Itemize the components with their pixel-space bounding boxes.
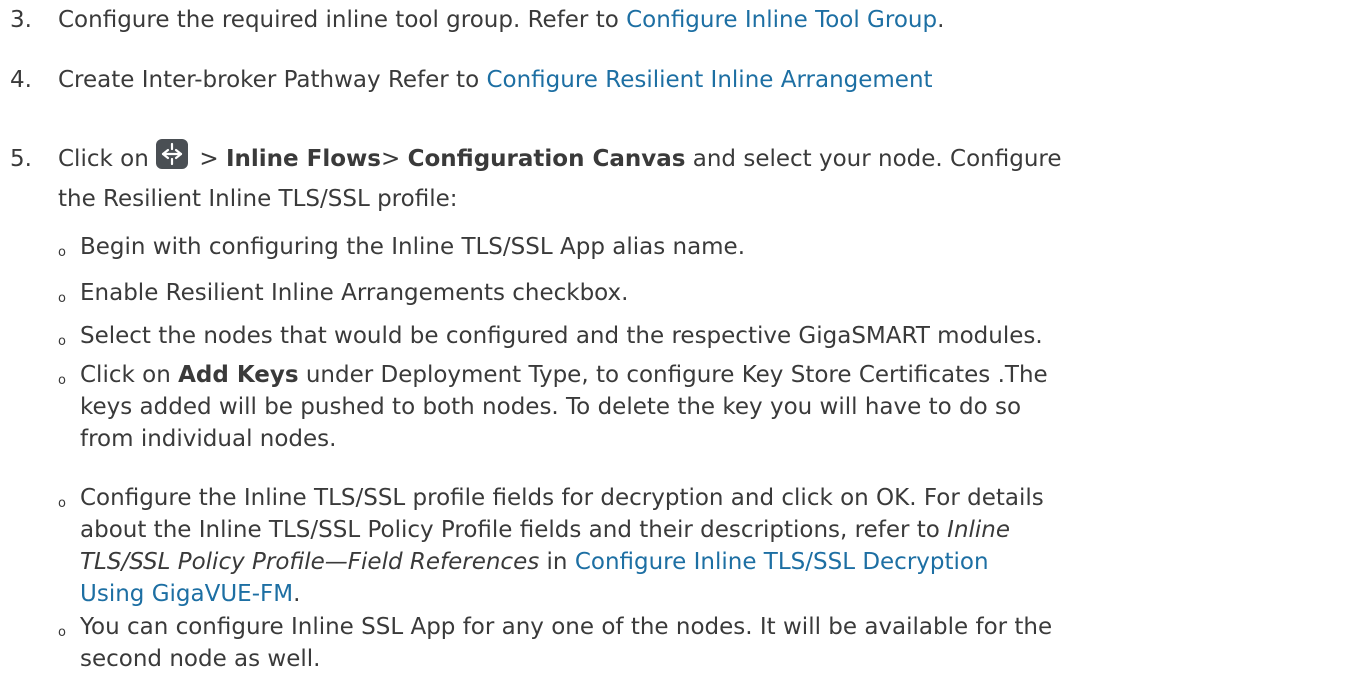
list-item-text: Configure the Inline TLS/SSL profile fie… bbox=[58, 482, 1338, 610]
list-item: o Enable Resilient Inline Arrangements c… bbox=[58, 277, 1338, 309]
step-number: 5. bbox=[10, 146, 32, 172]
configure-inline-tls-ssl-decryption-link-continued[interactable]: Using GigaVUE-FM bbox=[80, 581, 293, 607]
list-item-text: Click on Add Keys under Deployment Type,… bbox=[58, 359, 1338, 455]
list-item: o Select the nodes that would be configu… bbox=[58, 320, 1338, 352]
step-text: Click on bbox=[58, 146, 149, 172]
step-text: Configure the required inline tool group… bbox=[58, 7, 627, 33]
inline-flows-label: Inline Flows bbox=[225, 146, 381, 172]
document-page: 3. Configure the required inline tool gro… bbox=[0, 0, 1346, 685]
italic-reference: Inline bbox=[947, 517, 1011, 543]
list-item-text: Select the nodes that would be configure… bbox=[80, 323, 1043, 349]
text-segment: keys added will be pushed to both nodes.… bbox=[80, 394, 1022, 420]
step-4: 4. Create Inter-broker Pathway Refer to C… bbox=[10, 64, 933, 96]
bullet-icon: o bbox=[58, 291, 66, 306]
step-3: 3. Configure the required inline tool gro… bbox=[10, 4, 944, 36]
text-segment: You can configure Inline SSL App for any… bbox=[80, 614, 1053, 640]
step-text-end: . bbox=[937, 7, 945, 33]
list-item: o You can configure Inline SSL App for a… bbox=[58, 611, 1338, 675]
text-segment: from individual nodes. bbox=[80, 426, 337, 452]
text-segment: in bbox=[539, 549, 575, 575]
text-segment: . bbox=[293, 581, 301, 607]
text-segment: under Deployment Type, to configure Key … bbox=[298, 362, 1048, 388]
bullet-icon: o bbox=[58, 373, 66, 388]
configure-resilient-inline-arrangement-link[interactable]: Configure Resilient Inline Arrangement bbox=[486, 67, 932, 93]
text-segment: about the Inline TLS/SSL Policy Profile … bbox=[80, 517, 948, 543]
italic-reference: TLS/SSL Policy Profile—Field References bbox=[80, 549, 540, 575]
add-keys-label: Add Keys bbox=[178, 362, 299, 388]
step-5-continued: the Resilient Inline TLS/SSL profile: bbox=[10, 183, 457, 215]
text-segment: second node as well. bbox=[80, 646, 321, 672]
list-item-text: Enable Resilient Inline Arrangements che… bbox=[80, 280, 629, 306]
inline-flows-icon[interactable] bbox=[156, 139, 189, 169]
breadcrumb-separator: > bbox=[192, 146, 226, 172]
configure-inline-tool-group-link[interactable]: Configure Inline Tool Group bbox=[626, 7, 937, 33]
list-item: o Configure the Inline TLS/SSL profile f… bbox=[58, 482, 1338, 610]
step-text: and select your node. Configure bbox=[685, 146, 1062, 172]
bullet-icon: o bbox=[58, 245, 66, 260]
text-segment: Click on bbox=[80, 362, 179, 388]
list-item: o Click on Add Keys under Deployment Typ… bbox=[58, 359, 1338, 455]
step-number: 3. bbox=[10, 7, 32, 33]
breadcrumb-separator: > bbox=[381, 146, 408, 172]
configure-inline-tls-ssl-decryption-link[interactable]: Configure Inline TLS/SSL Decryption bbox=[575, 549, 989, 575]
step-5: 5. Click on > Inline Flows> Configuration… bbox=[10, 139, 1062, 175]
step-text: Create Inter-broker Pathway Refer to bbox=[58, 67, 487, 93]
configuration-canvas-label: Configuration Canvas bbox=[407, 146, 686, 172]
text-segment: Configure the Inline TLS/SSL profile fie… bbox=[80, 485, 1044, 511]
list-item-text: Begin with configuring the Inline TLS/SS… bbox=[80, 234, 746, 260]
bullet-icon: o bbox=[58, 625, 66, 640]
step-text: the Resilient Inline TLS/SSL profile: bbox=[58, 186, 458, 212]
bullet-icon: o bbox=[58, 496, 66, 511]
list-item: o Begin with configuring the Inline TLS/… bbox=[58, 231, 1338, 263]
bullet-icon: o bbox=[58, 334, 66, 349]
step-number: 4. bbox=[10, 67, 32, 93]
list-item-text: You can configure Inline SSL App for any… bbox=[58, 611, 1338, 675]
